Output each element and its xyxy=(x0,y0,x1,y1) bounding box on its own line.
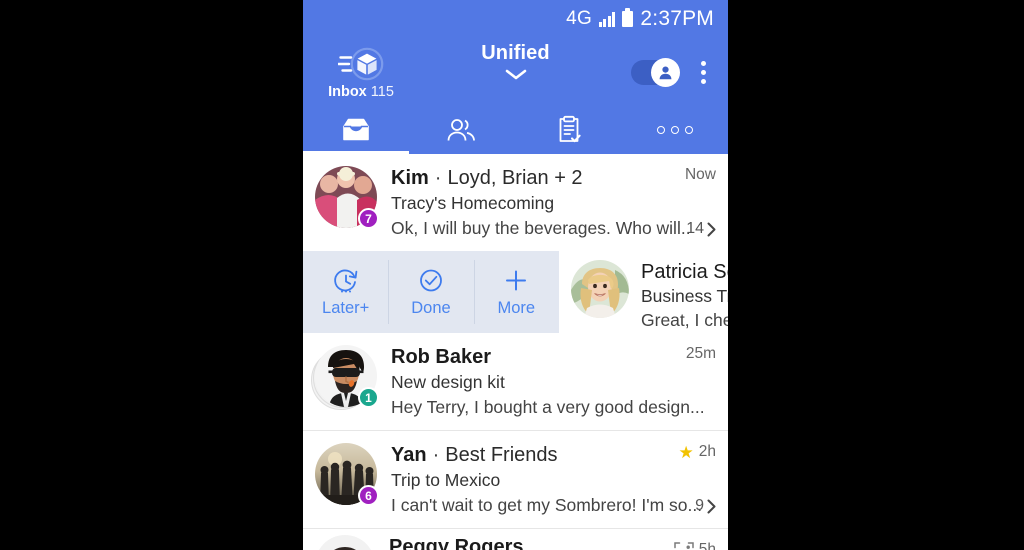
chevron-down-icon[interactable] xyxy=(505,69,527,80)
message-header-line: Yan · Best Friends xyxy=(391,444,714,467)
battery-icon xyxy=(622,8,634,27)
status-bar-clock: 2:37PM xyxy=(640,7,714,30)
people-icon xyxy=(445,117,479,143)
message-row-yan[interactable]: 6 Yan · Best Friends Trip to Mexico I ca… xyxy=(303,430,728,528)
check-circle-icon xyxy=(416,266,446,296)
app-bar-actions xyxy=(631,57,716,88)
avatar-yan-sunset-photo[interactable]: 6 xyxy=(315,443,379,506)
inbox-brand-button[interactable]: Inbox 115 xyxy=(315,45,407,100)
person-avatar-icon xyxy=(651,57,680,87)
chevron-right-icon xyxy=(707,499,716,514)
message-sender: Kim xyxy=(391,167,429,189)
three-circles-icon xyxy=(656,126,693,134)
message-body: Rob Baker New design kit Hey Terry, I bo… xyxy=(391,345,714,418)
unread-badge: 6 xyxy=(358,485,379,506)
avatar-patricia-portrait[interactable] xyxy=(571,260,629,318)
message-meta: ★ 2h xyxy=(679,443,717,461)
tab-mail[interactable] xyxy=(303,106,410,154)
thread-count: 14 xyxy=(686,220,704,237)
kebab-menu-icon[interactable] xyxy=(695,57,712,88)
clipboard-check-icon xyxy=(555,115,583,145)
message-meta: Now xyxy=(685,166,716,184)
message-preview: Great, I check xyxy=(641,310,728,330)
message-preview: Ok, I will buy the beverages. Who will.. xyxy=(391,218,691,238)
message-sender: Rob Baker xyxy=(391,346,492,368)
message-list: 7 Kim · Loyd, Brian + 2 Tracy's Homecomi… xyxy=(303,154,728,550)
swipe-action-more-label: More xyxy=(497,299,536,317)
message-row-kim[interactable]: 7 Kim · Loyd, Brian + 2 Tracy's Homecomi… xyxy=(303,154,728,251)
message-recipients: Best Friends xyxy=(445,444,558,466)
clock-snooze-icon xyxy=(331,266,361,296)
inbox-name: Inbox xyxy=(328,83,367,100)
message-body: Yan · Best Friends Trip to Mexico I can'… xyxy=(391,443,714,516)
message-sender: Yan xyxy=(391,444,427,466)
tab-more[interactable] xyxy=(622,106,728,154)
name-separator: · xyxy=(432,444,440,466)
network-type-label: 4G xyxy=(566,8,592,29)
tab-tasks[interactable] xyxy=(516,106,622,154)
message-time: 25m xyxy=(685,345,716,362)
message-sender: Patricia Sc xyxy=(641,261,728,283)
unread-badge: 1 xyxy=(358,387,379,408)
thread-count: 9 xyxy=(695,497,704,514)
swipe-action-done-label: Done xyxy=(411,299,451,317)
chevron-right-icon xyxy=(707,222,716,237)
swipe-action-done[interactable]: Done xyxy=(388,251,473,333)
account-toggle[interactable] xyxy=(631,57,680,87)
signal-bars-icon xyxy=(598,11,616,27)
message-row-peggy-rogers[interactable]: Peggy Rogers 5h xyxy=(303,528,728,550)
message-preview: Hey Terry, I bought a very good design..… xyxy=(391,397,705,417)
torn-edge-mask xyxy=(303,542,728,550)
app-bar: Inbox 115 Unified xyxy=(303,38,728,106)
screenshot-stage: 4G 2:37PM Inbox 115 Unified 7 Kim · Loyd… xyxy=(0,0,1024,550)
inbox-tray-icon xyxy=(340,117,372,143)
message-subject: Tracy's Homecoming xyxy=(391,193,555,213)
tab-bar xyxy=(303,106,728,154)
message-body: Patricia Sc Business Trip Great, I check xyxy=(641,260,728,331)
unread-badge: 7 xyxy=(358,208,379,229)
avatar-image xyxy=(571,260,629,318)
swipe-action-row: Later+ Done More Patricia Sc Business T … xyxy=(303,251,728,333)
name-separator: · xyxy=(434,167,442,189)
swipe-action-more[interactable]: More xyxy=(473,251,559,333)
phone-viewport: 4G 2:37PM Inbox 115 Unified 7 Kim · Loyd… xyxy=(303,0,728,550)
message-subject: Business Trip xyxy=(641,286,728,306)
avatar-rob-baker-portrait[interactable]: 1 xyxy=(311,345,379,410)
inbox-label: Inbox 115 xyxy=(328,84,394,100)
message-time: 2h xyxy=(698,443,716,460)
message-row-rob-baker[interactable]: 1 Rob Baker New design kit Hey Terry, I … xyxy=(303,333,728,430)
message-header-line: Rob Baker xyxy=(391,346,714,369)
message-header-line: Patricia Sc xyxy=(641,261,728,284)
thread-count-group[interactable]: 9 xyxy=(695,497,716,515)
inbox-count: 115 xyxy=(370,83,394,100)
swipe-action-later-label: Later+ xyxy=(322,299,370,317)
message-subject: Trip to Mexico xyxy=(391,470,501,490)
thread-count-group[interactable]: 14 xyxy=(686,220,716,238)
message-row-patricia[interactable]: Patricia Sc Business Trip Great, I check xyxy=(559,251,728,333)
message-meta: 25m xyxy=(686,345,716,363)
message-time: Now xyxy=(684,166,716,183)
avatar-kim-group-photo[interactable]: 7 xyxy=(315,166,379,229)
message-header-line: Kim · Loyd, Brian + 2 xyxy=(391,167,714,190)
status-bar: 4G 2:37PM xyxy=(303,0,728,38)
plus-icon xyxy=(501,266,531,296)
message-recipients: Loyd, Brian + 2 xyxy=(447,167,583,189)
message-preview: I can't wait to get my Sombrero! I'm so.… xyxy=(391,495,703,515)
star-icon[interactable]: ★ xyxy=(679,444,694,461)
inbox-cube-icon xyxy=(338,45,384,83)
message-subject: New design kit xyxy=(391,372,505,392)
message-body: Kim · Loyd, Brian + 2 Tracy's Homecoming… xyxy=(391,166,714,239)
swipe-action-later[interactable]: Later+ xyxy=(303,251,388,333)
swipe-actions: Later+ Done More xyxy=(303,251,559,333)
page-title[interactable]: Unified xyxy=(481,42,549,65)
tab-people[interactable] xyxy=(409,106,515,154)
